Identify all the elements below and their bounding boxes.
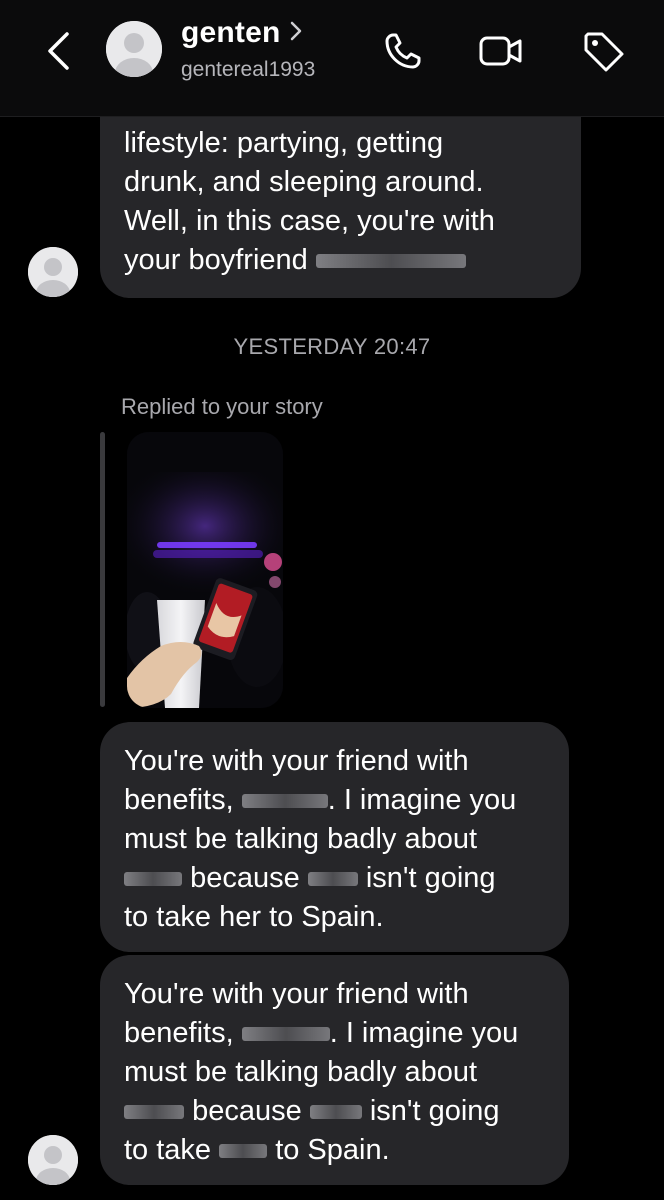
avatar-placeholder-icon: [28, 1135, 78, 1185]
message-line: benefits,: [124, 784, 234, 816]
message-line: must be talking badly about: [124, 823, 478, 855]
redacted-name: [241, 794, 328, 809]
message-line: . I imagine you: [327, 784, 517, 816]
message-line: because: [190, 862, 300, 894]
message-line: your boyfriend: [124, 244, 308, 276]
message-bubble[interactable]: You're with your friend with benefits, .…: [100, 722, 569, 952]
back-button[interactable]: [36, 26, 80, 76]
message-line: to take her to Spain.: [124, 901, 384, 933]
story-photo: [127, 432, 283, 708]
chat-thread: lifestyle: partying, getting drunk, and …: [0, 0, 664, 1200]
message-bubble[interactable]: You're with your friend with benefits, .…: [100, 955, 569, 1185]
chevron-right-icon: [289, 18, 303, 49]
call-button[interactable]: [378, 26, 428, 76]
message-line: You're with your friend with: [124, 978, 469, 1010]
message-line: benefits,: [124, 1017, 234, 1049]
video-camera-icon: [479, 36, 522, 66]
redacted-name: [309, 1105, 362, 1120]
redacted-name: [241, 1027, 330, 1042]
avatar-placeholder-icon: [28, 247, 78, 297]
sender-avatar[interactable]: [28, 1135, 78, 1185]
redacted-name: [307, 872, 358, 887]
message-line: . I imagine you: [329, 1017, 519, 1049]
sender-avatar[interactable]: [28, 247, 78, 297]
tag-icon: [584, 32, 624, 72]
redacted-name: [315, 254, 466, 269]
message-line: Well, in this case, you're with: [124, 205, 495, 237]
profile-username: gentereal1993: [181, 58, 316, 81]
message-line: drunk, and sleeping around.: [124, 166, 484, 198]
story-thumbnail[interactable]: [127, 432, 283, 708]
profile-display-name: genten: [181, 16, 281, 49]
story-reply-label: Replied to your story: [121, 394, 323, 419]
message-line: isn't going: [369, 1095, 500, 1127]
message-line: must be talking badly about: [124, 1056, 478, 1088]
message-line: You're with your friend with: [124, 745, 469, 777]
message-line: because: [192, 1095, 302, 1127]
redacted-name: [124, 872, 182, 887]
tag-button[interactable]: [578, 26, 628, 76]
conversation-header: genten gentereal1993: [0, 0, 664, 117]
redacted-name: [219, 1144, 268, 1159]
profile-info[interactable]: genten gentereal1993: [181, 16, 315, 82]
reply-indicator-bar: [100, 432, 105, 707]
message-line: lifestyle: partying, getting: [124, 127, 444, 159]
redacted-name: [124, 1105, 184, 1120]
phone-icon: [385, 33, 421, 69]
avatar-placeholder-icon: [106, 21, 162, 77]
back-chevron-icon: [48, 32, 69, 70]
message-line: isn't going: [365, 862, 496, 894]
message-line: to Spain.: [275, 1134, 390, 1166]
video-call-button[interactable]: [476, 26, 526, 76]
profile-avatar[interactable]: [106, 21, 162, 77]
message-timestamp: YESTERDAY 20:47: [233, 334, 431, 359]
message-line: to take: [124, 1134, 212, 1166]
